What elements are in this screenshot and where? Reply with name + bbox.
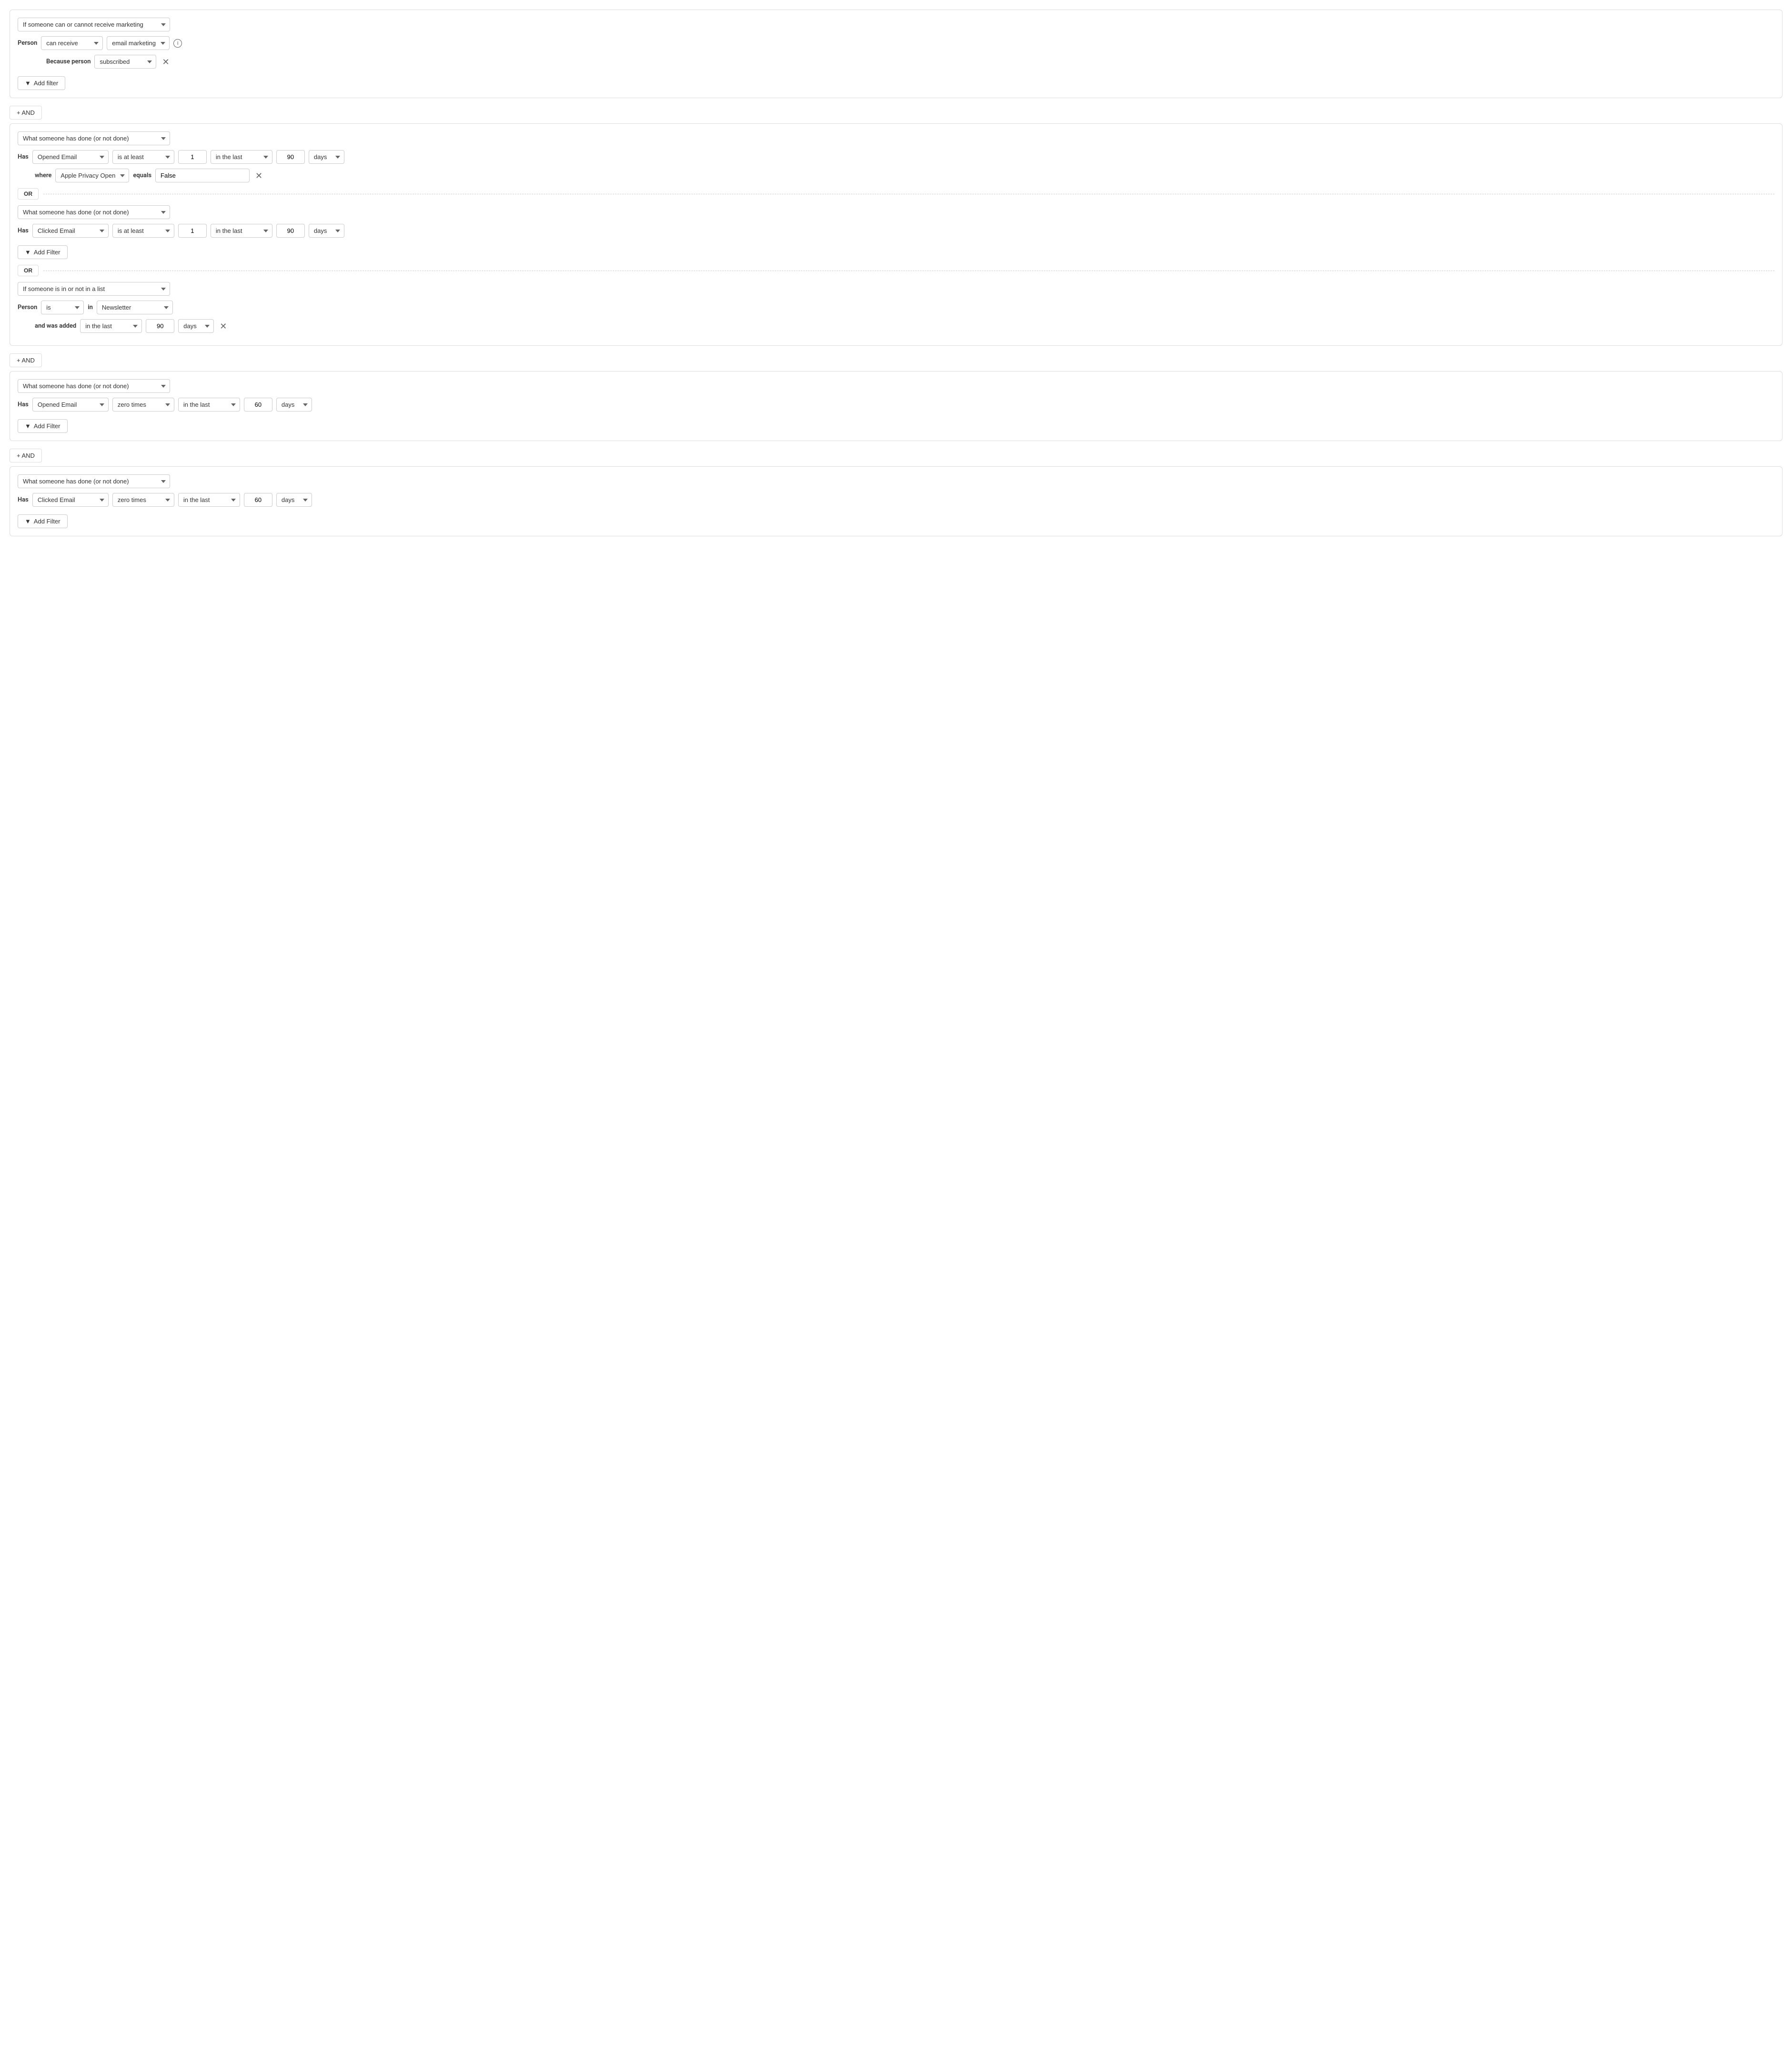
because-value-select[interactable]: subscribed — [94, 55, 156, 69]
can-receive-select[interactable]: can receive — [41, 36, 103, 50]
and-button-3[interactable]: + AND — [10, 449, 42, 462]
person-label-2c: Person — [18, 304, 37, 311]
added-timeframe-select[interactable]: in the last — [80, 319, 142, 333]
and-button-2[interactable]: + AND — [10, 353, 42, 367]
because-row: Because person subscribed ✕ — [46, 55, 1774, 69]
marketing-type-select[interactable]: email marketing — [107, 36, 170, 50]
timeframe-select-3[interactable]: in the last — [178, 398, 240, 412]
main-condition-row-2c: If someone is in or not in a list — [18, 282, 1774, 296]
add-filter-label-2b: Add Filter — [34, 249, 60, 256]
add-filter-label-4: Add Filter — [34, 518, 60, 525]
list-name-select[interactable]: Newsletter — [97, 301, 173, 314]
add-filter-row-4: ▼ Add Filter — [18, 512, 1774, 528]
or-button-2[interactable]: OR — [18, 265, 39, 276]
add-filter-label-1: Add filter — [34, 80, 58, 87]
where-close-button-2a[interactable]: ✕ — [253, 171, 264, 180]
main-condition-row-3: What someone has done (or not done) — [18, 379, 1774, 393]
timeframe-select-2b[interactable]: in the last — [211, 224, 272, 238]
count-input-2a[interactable] — [178, 150, 207, 164]
unit-select-4[interactable]: days — [276, 493, 312, 507]
has-row-2a: Has Opened Email is at least in the last… — [18, 150, 1774, 164]
has-row-4: Has Clicked Email zero times in the last… — [18, 493, 1774, 507]
added-close-button[interactable]: ✕ — [218, 322, 229, 331]
and-was-row-2c: and was added in the last days ✕ — [35, 319, 1774, 333]
count-input-2b[interactable] — [178, 224, 207, 238]
unit-select-3[interactable]: days — [276, 398, 312, 412]
event-select-4[interactable]: Clicked Email — [32, 493, 109, 507]
filter-icon-1: ▼ — [25, 80, 31, 87]
condition-type-select-3[interactable]: What someone has done (or not done) — [18, 379, 170, 393]
list-qualifier-select[interactable]: is — [41, 301, 84, 314]
qualifier-select-3[interactable]: zero times — [112, 398, 174, 412]
has-label-2a: Has — [18, 153, 29, 161]
has-label-4: Has — [18, 496, 29, 503]
added-unit-select[interactable]: days — [178, 319, 214, 333]
unit-select-2a[interactable]: days — [309, 150, 344, 164]
filter-icon-4: ▼ — [25, 518, 31, 525]
where-field-select-2a[interactable]: Apple Privacy Open — [55, 169, 129, 182]
where-value-input-2a[interactable] — [155, 169, 250, 182]
added-duration-input[interactable] — [146, 319, 174, 333]
info-icon[interactable]: i — [173, 39, 182, 48]
duration-input-2a[interactable] — [276, 150, 305, 164]
in-label-2c: in — [88, 304, 93, 311]
timeframe-select-4[interactable]: in the last — [178, 493, 240, 507]
and-button-1[interactable]: + AND — [10, 106, 42, 120]
add-filter-label-3: Add Filter — [34, 422, 60, 430]
person-row-1: Person can receive email marketing i — [18, 36, 1774, 50]
add-filter-row-1: ▼ Add filter — [18, 73, 1774, 90]
add-filter-row-2b: ▼ Add Filter — [18, 242, 1774, 259]
where-row-2a: where Apple Privacy Open equals ✕ — [35, 169, 1774, 182]
has-row-3: Has Opened Email zero times in the last … — [18, 398, 1774, 412]
duration-input-4[interactable] — [244, 493, 272, 507]
has-row-2b: Has Clicked Email is at least in the las… — [18, 224, 1774, 238]
where-label-2a: where — [35, 172, 51, 179]
duration-input-3[interactable] — [244, 398, 272, 412]
qualifier-select-4[interactable]: zero times — [112, 493, 174, 507]
and-label-3: + AND — [17, 452, 35, 459]
or-divider-2: OR — [18, 265, 1774, 276]
add-filter-button-2b[interactable]: ▼ Add Filter — [18, 245, 68, 259]
filter-icon-2b: ▼ — [25, 249, 31, 256]
add-filter-button-1[interactable]: ▼ Add filter — [18, 76, 65, 90]
filter-icon-3: ▼ — [25, 422, 31, 430]
duration-input-2b[interactable] — [276, 224, 305, 238]
has-label-2b: Has — [18, 227, 29, 234]
and-was-added-label: and was added — [35, 322, 76, 330]
and-label-1: + AND — [17, 109, 35, 116]
condition-type-select-2c[interactable]: If someone is in or not in a list — [18, 282, 170, 296]
main-condition-row-1: If someone can or cannot receive marketi… — [18, 18, 1774, 31]
qualifier-select-2a[interactable]: is at least — [112, 150, 174, 164]
main-condition-row-2a: What someone has done (or not done) — [18, 131, 1774, 145]
condition-group-4: What someone has done (or not done) Has … — [10, 466, 1782, 536]
because-label: Because person — [46, 58, 91, 65]
or-divider-1: OR — [18, 188, 1774, 200]
condition-type-select-2a[interactable]: What someone has done (or not done) — [18, 131, 170, 145]
condition-type-select-4[interactable]: What someone has done (or not done) — [18, 474, 170, 488]
unit-select-2b[interactable]: days — [309, 224, 344, 238]
condition-type-select-1[interactable]: If someone can or cannot receive marketi… — [18, 18, 170, 31]
equals-label-2a: equals — [133, 172, 151, 179]
has-label-3: Has — [18, 401, 29, 408]
condition-type-select-2b[interactable]: What someone has done (or not done) — [18, 205, 170, 219]
main-condition-row-2b: What someone has done (or not done) — [18, 205, 1774, 219]
qualifier-select-2b[interactable]: is at least — [112, 224, 174, 238]
add-filter-row-3: ▼ Add Filter — [18, 416, 1774, 433]
timeframe-select-2a[interactable]: in the last — [211, 150, 272, 164]
condition-group-3: What someone has done (or not done) Has … — [10, 371, 1782, 441]
event-select-2b[interactable]: Clicked Email — [32, 224, 109, 238]
condition-group-2: What someone has done (or not done) Has … — [10, 123, 1782, 346]
condition-group-1: If someone can or cannot receive marketi… — [10, 10, 1782, 98]
main-condition-row-4: What someone has done (or not done) — [18, 474, 1774, 488]
person-label-1: Person — [18, 40, 37, 47]
event-select-2a[interactable]: Opened Email — [32, 150, 109, 164]
add-filter-button-3[interactable]: ▼ Add Filter — [18, 419, 68, 433]
and-label-2: + AND — [17, 357, 35, 364]
event-select-3[interactable]: Opened Email — [32, 398, 109, 412]
because-close-button[interactable]: ✕ — [160, 58, 171, 66]
person-row-2c: Person is in Newsletter — [18, 301, 1774, 314]
or-button-1[interactable]: OR — [18, 188, 39, 200]
add-filter-button-4[interactable]: ▼ Add Filter — [18, 514, 68, 528]
